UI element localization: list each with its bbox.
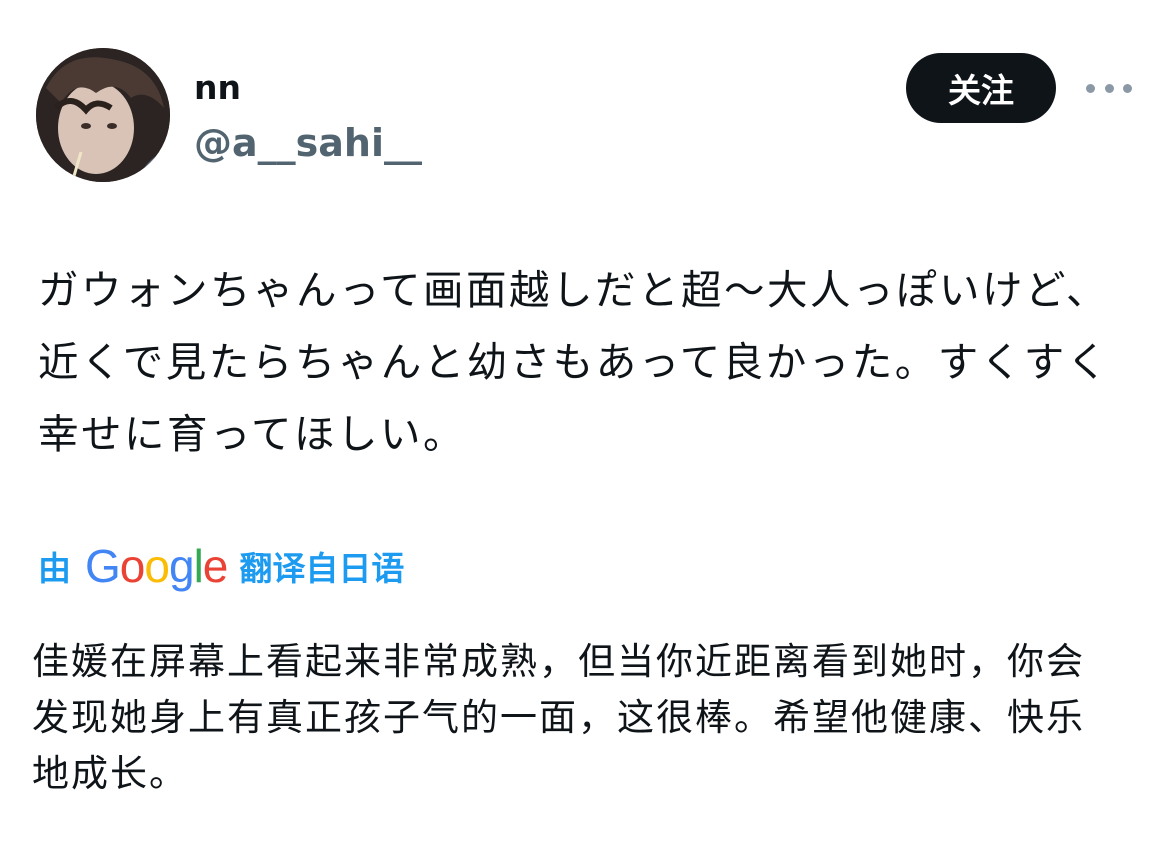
google-letter: o	[144, 540, 170, 592]
tweet-original-text: ガウォンちゃんって画面越しだと超〜大人っぽいけど、近くで見たらちゃんと幼さもあっ…	[38, 266, 1110, 458]
google-letter: G	[85, 540, 121, 592]
more-options-icon[interactable]	[1086, 70, 1132, 106]
google-letter: o	[119, 540, 146, 592]
author-avatar[interactable]	[36, 48, 170, 182]
author-display-name[interactable]: nn	[194, 68, 241, 108]
more-dot	[1086, 83, 1095, 93]
google-letter: g	[168, 540, 195, 592]
more-dot	[1123, 83, 1132, 93]
translation-suffix: 翻译自日语	[239, 549, 405, 588]
tweet-card: nn @a__sahi__ 关注 ガウォンちゃんって画面越しだと超〜大人っぽいけ…	[0, 0, 1170, 852]
follow-button[interactable]: 关注	[906, 53, 1056, 123]
translation-attribution[interactable]: 由 Google 翻译自日语	[38, 536, 404, 596]
google-letter: e	[202, 540, 229, 592]
google-letter: l	[193, 540, 204, 592]
author-handle[interactable]: @a__sahi__	[194, 120, 422, 166]
avatar-photo-icon	[36, 48, 170, 182]
tweet-translated-text: 佳媛在屏幕上看起来非常成熟，但当你近距离看到她时，你会发现她身上有真正孩子气的一…	[32, 640, 1085, 795]
google-logo-icon: Google	[85, 536, 229, 596]
more-dot	[1104, 83, 1114, 93]
translation-prefix: 由	[38, 549, 71, 588]
